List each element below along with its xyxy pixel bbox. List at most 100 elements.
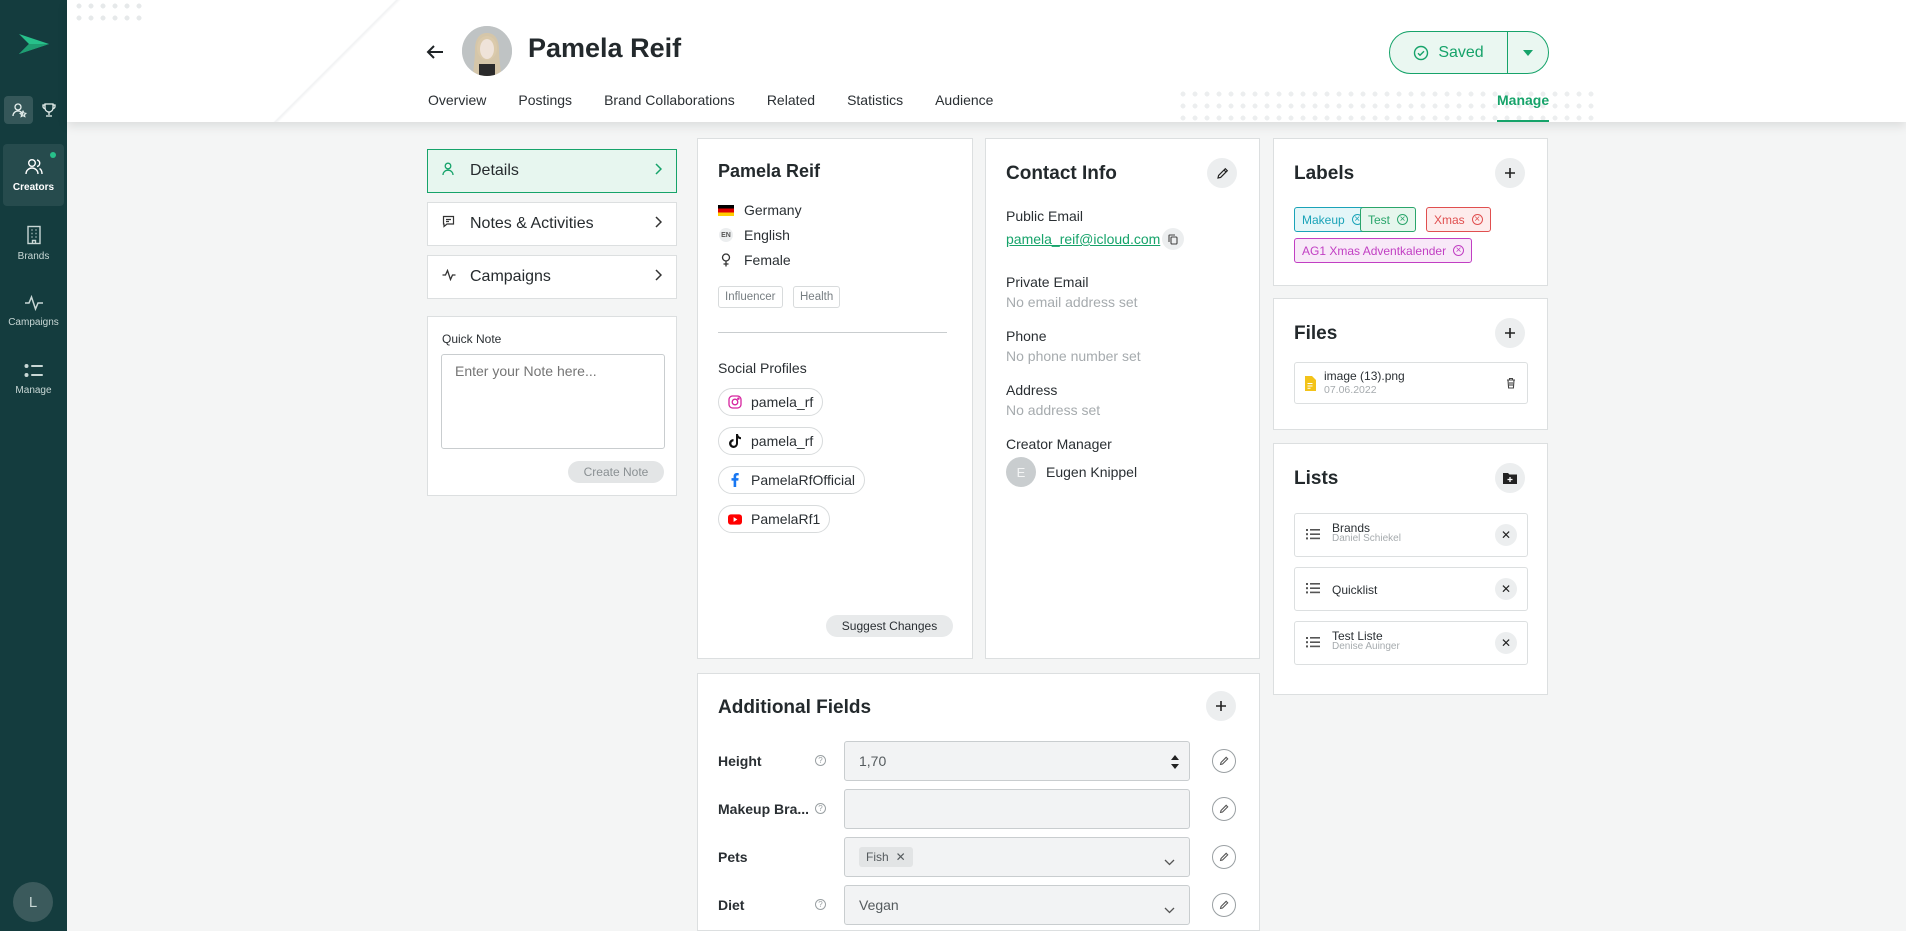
tab-statistics[interactable]: Statistics (847, 92, 903, 122)
public-email-link[interactable]: pamela_reif@icloud.com (1006, 228, 1185, 250)
copy-icon[interactable] (1162, 228, 1185, 250)
diet-select[interactable]: Vegan (844, 885, 1190, 925)
help-icon[interactable]: ? (815, 803, 826, 814)
tab-audience[interactable]: Audience (935, 92, 993, 122)
remove-from-list-button[interactable]: ✕ (1495, 524, 1517, 546)
nav-brands[interactable]: Brands (3, 212, 64, 274)
field-row-height: Height ? 1,70 (718, 741, 1248, 781)
saved-button[interactable]: Saved (1390, 32, 1508, 73)
contact-info-title: Contact Info (1006, 163, 1117, 184)
label-text: Makeup (1302, 212, 1345, 227)
label-chip[interactable]: AG1 Xmas Adventkalender × (1294, 238, 1473, 263)
field-label: Pets (718, 849, 748, 865)
tab-related[interactable]: Related (767, 92, 815, 122)
app-logo-icon[interactable] (16, 30, 52, 58)
page-title: Pamela Reif (528, 33, 682, 63)
edit-field-button[interactable] (1212, 893, 1236, 917)
remove-label-icon[interactable]: × (1453, 245, 1465, 256)
language-icon: EN (719, 228, 733, 242)
list-item[interactable]: Quicklist ✕ (1294, 567, 1528, 611)
saved-button-group: Saved (1389, 31, 1549, 74)
help-icon[interactable]: ? (815, 755, 826, 766)
quick-note-input[interactable] (441, 354, 665, 449)
saved-dropdown-button[interactable] (1508, 32, 1548, 73)
chevron-right-icon (655, 215, 663, 233)
tiktok-icon (728, 434, 742, 448)
nav-creators[interactable]: Creators (3, 144, 64, 206)
trash-icon[interactable] (1506, 376, 1516, 394)
pets-select[interactable]: Fish ✕ (844, 837, 1190, 877)
field-value: Vegan (859, 897, 899, 913)
remove-from-list-button[interactable]: ✕ (1495, 578, 1517, 600)
nav-manage[interactable]: Manage (3, 348, 64, 410)
social-handle: PamelaRfOfficial (751, 472, 856, 488)
edit-contact-button[interactable] (1207, 158, 1237, 188)
phone-value: No phone number set (1006, 348, 1141, 364)
trophy-icon[interactable] (34, 96, 63, 124)
pencil-icon (1219, 852, 1229, 862)
list-icon (1306, 635, 1320, 653)
list-item[interactable]: Test Liste Denise Auinger ✕ (1294, 621, 1528, 665)
lists-title: Lists (1294, 468, 1339, 489)
field-row-diet: Diet ? Vegan (718, 885, 1248, 925)
stepper-arrows-icon[interactable] (1170, 754, 1180, 773)
creator-mode-icon[interactable] (4, 96, 33, 124)
creator-manager[interactable]: E Eugen Knippel (1006, 457, 1137, 487)
back-arrow-icon[interactable] (424, 41, 446, 63)
remove-chip-icon[interactable]: ✕ (896, 850, 906, 864)
contact-info-card: Contact Info Public Email pamela_reif@ic… (985, 138, 1260, 659)
pulse-icon (24, 294, 43, 311)
edit-field-button[interactable] (1212, 797, 1236, 821)
menu-notes-activities[interactable]: Notes & Activities (427, 202, 677, 246)
edit-field-button[interactable] (1212, 845, 1236, 869)
country: Germany (744, 202, 802, 218)
social-youtube[interactable]: PamelaRf1 (718, 505, 831, 533)
suggest-changes-button[interactable]: Suggest Changes (826, 615, 953, 637)
social-instagram[interactable]: pamela_rf (718, 388, 824, 416)
language: English (744, 227, 790, 243)
add-field-button[interactable] (1206, 691, 1236, 721)
help-icon[interactable]: ? (815, 899, 826, 910)
menu-details[interactable]: Details (427, 149, 677, 193)
quick-note-card: Quick Note Create Note (427, 316, 677, 496)
user-avatar[interactable]: L (13, 882, 53, 922)
gender-row: Female (718, 252, 791, 268)
private-email-label: Private Email (1006, 274, 1089, 290)
nav-campaigns[interactable]: Campaigns (3, 280, 64, 342)
add-to-list-button[interactable] (1495, 463, 1525, 493)
social-handle: PamelaRf1 (751, 511, 821, 527)
edit-field-button[interactable] (1212, 749, 1236, 773)
add-file-button[interactable] (1495, 318, 1525, 348)
social-facebook[interactable]: PamelaRfOfficial (718, 466, 866, 494)
folder-plus-icon (1503, 473, 1517, 484)
label-chip[interactable]: Test × (1360, 207, 1417, 232)
additional-fields-title: Additional Fields (718, 697, 872, 718)
menu-campaigns[interactable]: Campaigns (427, 255, 677, 299)
remove-label-icon[interactable]: × (1471, 214, 1483, 225)
makeup-brand-input[interactable] (844, 789, 1190, 829)
tab-manage[interactable]: Manage (1497, 92, 1550, 122)
remove-label-icon[interactable]: × (1397, 214, 1409, 225)
instagram-icon (728, 395, 742, 409)
social-tiktok[interactable]: pamela_rf (718, 427, 824, 455)
file-item[interactable]: image (13).png 07.06.2022 (1294, 362, 1528, 404)
remove-from-list-button[interactable]: ✕ (1495, 632, 1517, 654)
top-switcher (4, 96, 63, 124)
add-label-button[interactable] (1495, 158, 1525, 188)
height-stepper[interactable]: 1,70 (844, 741, 1190, 781)
facebook-icon (728, 473, 742, 487)
files-title: Files (1294, 323, 1338, 344)
sidebar: Creators Brands Campaigns Manage L (0, 0, 67, 931)
language-row: EN English (718, 227, 790, 243)
tab-postings[interactable]: Postings (518, 92, 572, 122)
list-owner: Daniel Schiekel (1332, 533, 1401, 544)
field-value: 1,70 (859, 753, 887, 769)
creator-name: Pamela Reif (718, 161, 821, 181)
label-chip[interactable]: Xmas × (1426, 207, 1491, 232)
list-item[interactable]: Brands Daniel Schiekel ✕ (1294, 513, 1528, 557)
pencil-icon (1216, 167, 1228, 179)
tab-brand-collaborations[interactable]: Brand Collaborations (604, 92, 735, 122)
create-note-button[interactable]: Create Note (568, 461, 664, 483)
tab-overview[interactable]: Overview (428, 92, 486, 122)
germany-flag-icon (718, 204, 734, 216)
